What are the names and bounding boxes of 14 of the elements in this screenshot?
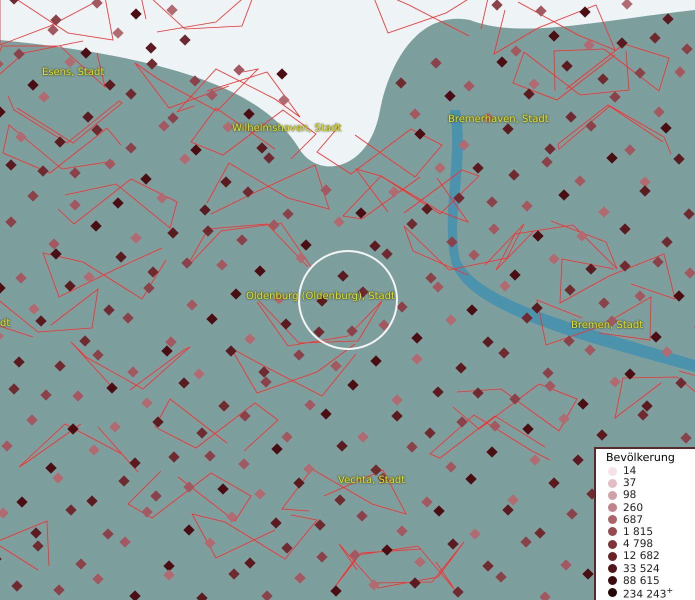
legend-value: 88 615	[623, 574, 660, 587]
legend-value: 12 682	[623, 550, 660, 562]
legend-value: 37	[623, 477, 636, 490]
legend-value: 33 524	[623, 562, 660, 575]
legend-value: 98	[623, 489, 636, 502]
legend-value: 260	[623, 502, 644, 514]
legend-title: Bevölkerung	[605, 450, 676, 464]
legend-value: 687	[623, 514, 644, 526]
place-label: Bremerhaven, Stadt	[448, 114, 549, 125]
legend-value: 1 815	[623, 526, 654, 538]
legend-value: 14	[623, 465, 636, 478]
legend-value: 4 798	[623, 538, 654, 550]
legend-value: 234 243$^{+}$	[623, 586, 674, 600]
place-label: dt	[0, 318, 10, 329]
